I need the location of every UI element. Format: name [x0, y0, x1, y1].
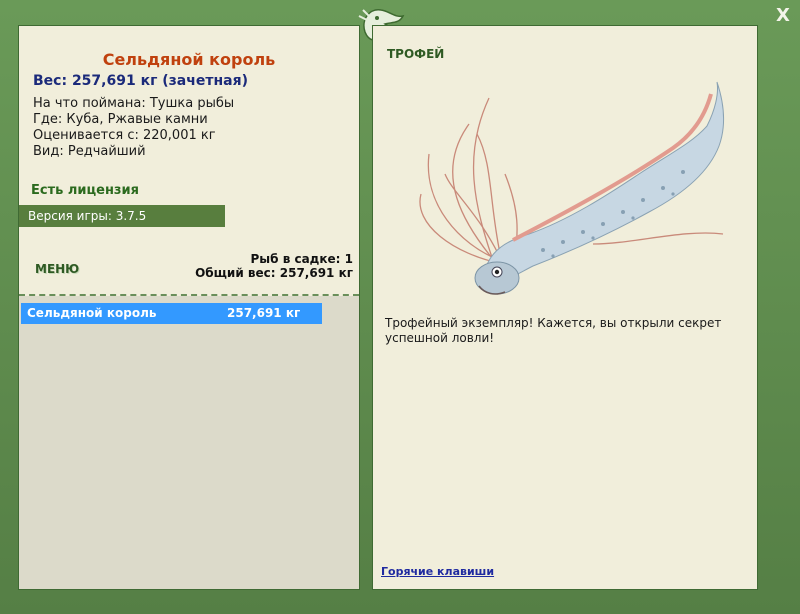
- fish-weight: Вес: 257,691 кг (зачетная): [33, 73, 248, 89]
- fish-name-title: Сельдяной король: [102, 50, 276, 69]
- rarity-info: Вид: Редчайший: [33, 144, 146, 159]
- bait-info: На что поймана: Тушка рыбы: [33, 96, 235, 111]
- keepnet-stats: Рыб в садке: 1 Общий вес: 257,691 кг: [195, 252, 353, 280]
- menu-button[interactable]: МЕНЮ: [35, 262, 79, 276]
- close-button[interactable]: X: [772, 5, 794, 27]
- trophy-panel: ТРОФЕЙ Трофейный экземпляр! Кажется, вы …: [372, 25, 758, 590]
- hotkeys-link[interactable]: Горячие клавиши: [381, 565, 494, 578]
- game-version-bar: Версия игры: 3.7.5: [19, 205, 225, 227]
- catch-list-item[interactable]: Сельдяной король 257,691 кг: [21, 303, 322, 324]
- location-info: Где: Куба, Ржавые камни: [33, 112, 208, 127]
- catch-item-name: Сельдяной король: [27, 306, 157, 320]
- total-weight: Общий вес: 257,691 кг: [195, 266, 353, 280]
- valuation-info: Оценивается с: 220,001 кг: [33, 128, 216, 143]
- trophy-description: Трофейный экземпляр! Кажется, вы открыли…: [385, 316, 722, 345]
- license-status: Есть лицензия: [31, 183, 139, 198]
- oarfish-image: [419, 81, 724, 295]
- catch-list: [19, 296, 359, 589]
- fish-count: Рыб в садке: 1: [250, 252, 354, 266]
- catch-item-weight: 257,691 кг: [227, 306, 301, 320]
- fish-info-panel: Сельдяной король Вес: 257,691 кг (зачетн…: [18, 25, 360, 590]
